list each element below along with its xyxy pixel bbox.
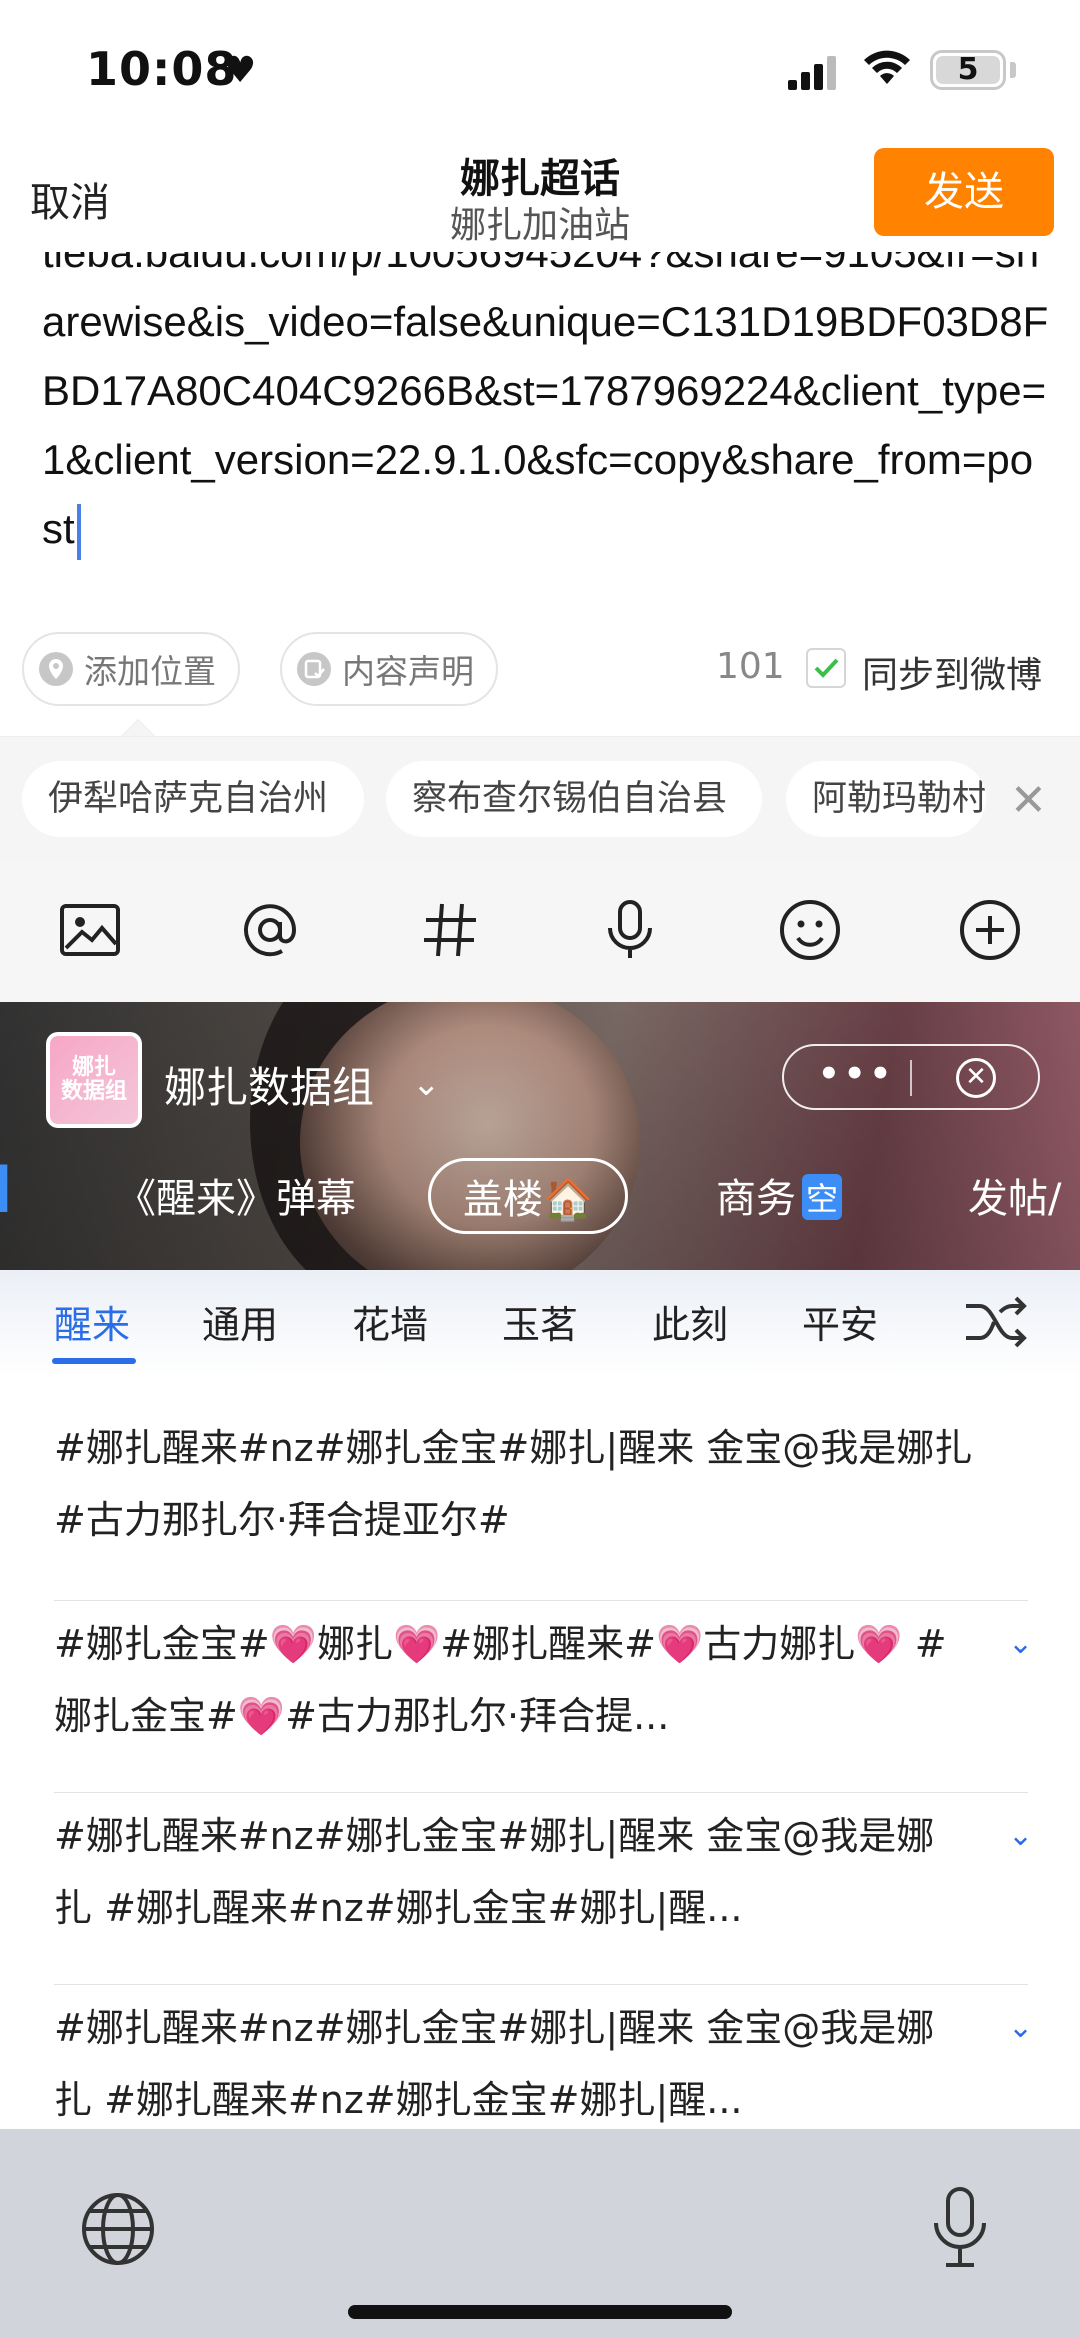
location-pin-icon (39, 652, 73, 686)
phrase-tabs: 醒来 通用 花墙 玉茗 此刻 平安 (0, 1270, 1080, 1376)
category-tab-active[interactable]: 盖楼🏠 (428, 1158, 628, 1234)
chevron-down-icon[interactable]: ⌄ (412, 1064, 441, 1104)
content-statement-label: 内容声明 (342, 652, 474, 691)
cellular-signal-icon (788, 56, 836, 90)
status-bar: 10:08 ♥ 5 (0, 0, 1080, 140)
tab-xinglai[interactable]: 醒来 (54, 1294, 130, 1349)
close-icon[interactable]: ✕ (956, 1058, 996, 1098)
shuffle-icon[interactable] (964, 1294, 1028, 1350)
category-tab[interactable]: 商务空 (716, 1166, 843, 1224)
sync-weibo-label[interactable]: 同步到微博 (862, 646, 1042, 698)
microphone-icon[interactable] (930, 2185, 990, 2269)
status-time: 10:08 (86, 42, 238, 96)
location-chip[interactable]: 察布查尔锡伯自治县 (386, 761, 762, 837)
active-tab-indicator (52, 1358, 136, 1364)
tab-cike[interactable]: 此刻 (652, 1294, 728, 1349)
hashtag-icon[interactable] (418, 898, 482, 962)
image-icon[interactable] (58, 898, 122, 962)
tab-huaqiang[interactable]: 花墙 (352, 1294, 428, 1349)
location-chip[interactable]: 伊犁哈萨克自治州 (22, 761, 364, 837)
at-icon[interactable] (238, 898, 302, 962)
list-item[interactable]: #娜扎醒来#nz#娜扎金宝#娜扎|醒来 金宝@我是娜扎 #娜扎醒来#nz#娜扎金… (54, 1992, 954, 2129)
list-item[interactable]: #娜扎金宝#💗娜扎💗#娜扎醒来#💗古力娜扎💗 #娜扎金宝#💗#古力那扎尔·拜合提… (54, 1608, 954, 1752)
group-name[interactable]: 娜扎数据组 (164, 1054, 374, 1115)
post-text[interactable]: tieba.baidu.com/p/10056945204?&share=910… (42, 252, 1052, 563)
category-label: 商务 (716, 1176, 796, 1222)
category-tab[interactable]: 发帖/ (968, 1166, 1061, 1224)
content-statement-button[interactable]: 内容声明 (280, 632, 498, 706)
avatar[interactable]: 娜扎 数据组 (46, 1032, 142, 1128)
wifi-icon (864, 50, 910, 84)
keyboard-panel-banner: 娜扎 数据组 娜扎数据组 ⌄ ••• ✕ ▌ 《醒来》弹幕 盖楼🏠 商务空 发帖… (0, 1002, 1080, 1270)
compose-header: 取消 娜扎超话 娜扎加油站 发送 (0, 140, 1080, 252)
tab-yuming[interactable]: 玉茗 (502, 1294, 578, 1349)
kong-badge: 空 (802, 1174, 843, 1220)
heart-icon: ♥ (224, 50, 257, 91)
post-text-content: tieba.baidu.com/p/10056945204?&share=910… (42, 252, 1049, 552)
send-button[interactable]: 发送 (874, 148, 1054, 236)
chevron-down-icon[interactable]: ⌄ (1008, 1626, 1033, 1661)
panel-menu-pill: ••• ✕ (782, 1044, 1040, 1110)
checkmark-icon (814, 658, 839, 678)
battery-level: 5 (957, 52, 979, 87)
post-editor[interactable]: tieba.baidu.com/p/10056945204?&share=910… (0, 252, 1080, 572)
word-count: 101 (716, 646, 785, 687)
location-suggestions: 伊犁哈萨克自治州 察布查尔锡伯自治县 阿勒玛勒村 ✕ (0, 736, 1080, 860)
emoji-icon[interactable] (778, 898, 842, 962)
chevron-down-icon[interactable]: ⌄ (1008, 1818, 1033, 1853)
avatar-text: 娜扎 数据组 (50, 1036, 138, 1124)
close-icon[interactable]: ✕ (1010, 775, 1047, 826)
tab-pingan[interactable]: 平安 (802, 1294, 878, 1349)
location-chip[interactable]: 阿勒玛勒村 (786, 761, 986, 837)
phrase-list: #娜扎醒来#nz#娜扎金宝#娜扎|醒来 金宝@我是娜扎 #古力那扎尔·拜合提亚尔… (0, 1376, 1080, 2129)
text-caret (76, 503, 81, 560)
microphone-icon[interactable] (598, 898, 662, 962)
compose-toolbar (0, 860, 1080, 1002)
tab-tongyong[interactable]: 通用 (202, 1294, 278, 1349)
add-location-button[interactable]: 添加位置 (22, 632, 240, 706)
battery-icon: 5 (930, 50, 1006, 90)
plus-icon[interactable] (958, 898, 1022, 962)
category-partial[interactable]: ▌ (0, 1166, 23, 1212)
chevron-down-icon[interactable]: ⌄ (1008, 2010, 1033, 2045)
list-item[interactable]: #娜扎醒来#nz#娜扎金宝#娜扎|醒来 金宝@我是娜扎 #古力那扎尔·拜合提亚尔… (54, 1412, 1004, 1556)
statement-icon (297, 652, 331, 686)
keyboard-bottom-bar (0, 2129, 1080, 2337)
more-icon[interactable]: ••• (818, 1054, 895, 1094)
globe-icon[interactable] (78, 2189, 158, 2269)
list-item[interactable]: #娜扎醒来#nz#娜扎金宝#娜扎|醒来 金宝@我是娜扎 #娜扎醒来#nz#娜扎金… (54, 1800, 954, 1944)
sync-weibo-checkbox[interactable] (806, 648, 846, 688)
add-location-label: 添加位置 (84, 652, 216, 691)
category-tab[interactable]: 《醒来》弹幕 (116, 1166, 356, 1224)
home-indicator (348, 2305, 732, 2319)
